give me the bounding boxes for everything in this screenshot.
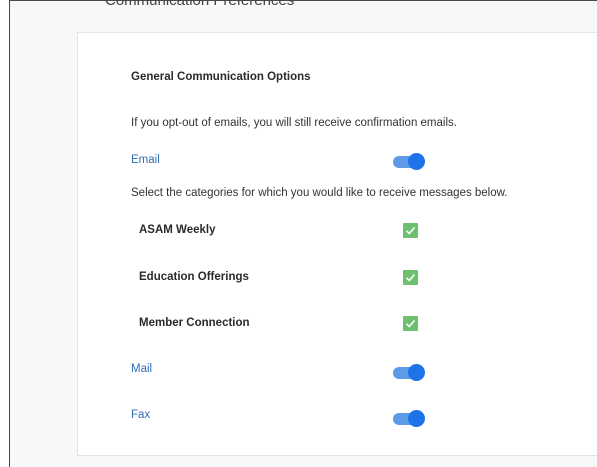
fax-toggle-knob (408, 410, 425, 427)
checkbox-education-offerings[interactable] (403, 270, 418, 285)
check-icon (405, 319, 416, 328)
fax-label: Fax (131, 409, 151, 421)
category-label-education-offerings: Education Offerings (139, 271, 249, 283)
email-label: Email (131, 154, 160, 166)
categories-note: Select the categories for which you woul… (131, 187, 508, 199)
mail-toggle-knob (408, 364, 425, 381)
check-icon (405, 273, 416, 282)
communication-panel: General Communication Options If you opt… (77, 32, 597, 456)
general-heading: General Communication Options (131, 71, 311, 83)
email-toggle-knob (408, 153, 425, 170)
mail-label: Mail (131, 363, 153, 375)
category-label-member-connection: Member Connection (139, 317, 250, 329)
fax-toggle[interactable] (393, 410, 425, 427)
checkbox-asam-weekly[interactable] (403, 223, 418, 238)
section-title: Communication Preferences (105, 0, 295, 9)
email-toggle[interactable] (393, 153, 425, 170)
mail-toggle[interactable] (393, 364, 425, 381)
checkbox-member-connection[interactable] (403, 316, 418, 331)
optout-note: If you opt-out of emails, you will still… (131, 117, 457, 129)
check-icon (405, 226, 416, 235)
category-label-asam-weekly: ASAM Weekly (139, 224, 216, 236)
